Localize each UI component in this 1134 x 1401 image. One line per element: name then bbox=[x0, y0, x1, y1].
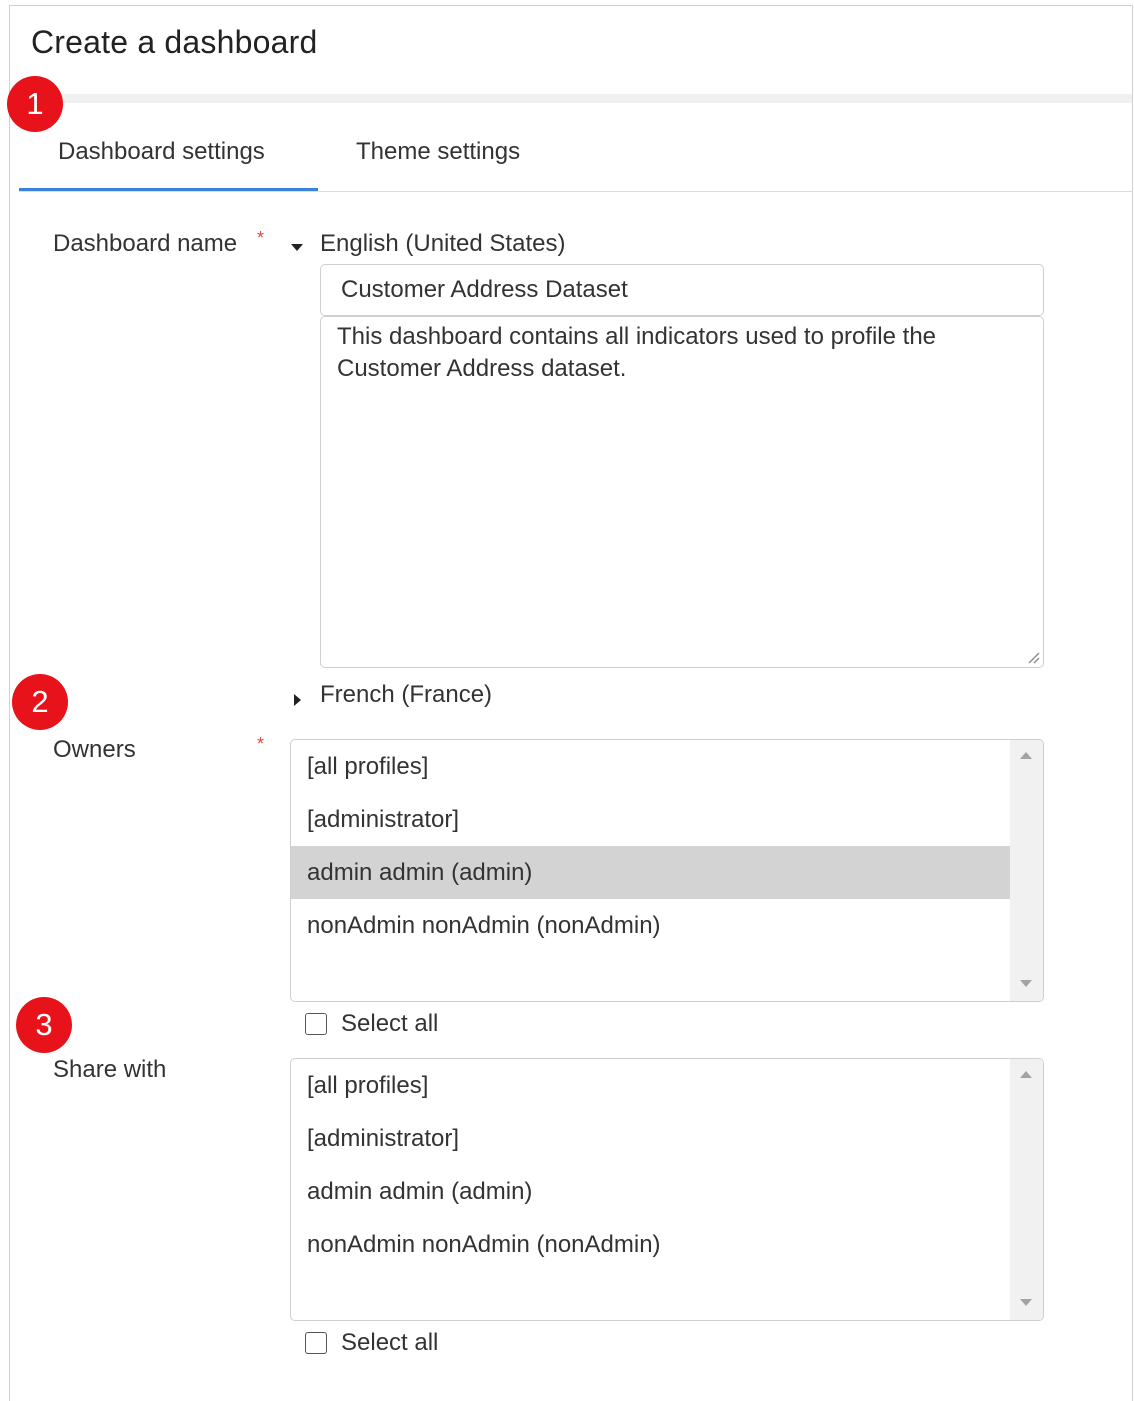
list-item[interactable]: [administrator] bbox=[291, 1112, 1010, 1165]
tab-dashboard-settings[interactable]: Dashboard settings bbox=[58, 138, 265, 166]
select-all-label: Select all bbox=[341, 1010, 439, 1037]
scroll-up-icon[interactable] bbox=[1020, 752, 1032, 759]
owners-label: Owners bbox=[53, 736, 136, 763]
title-divider bbox=[10, 94, 1132, 103]
callout-badge-3: 3 bbox=[16, 997, 72, 1053]
list-item[interactable]: nonAdmin nonAdmin (nonAdmin) bbox=[291, 1218, 1010, 1271]
scroll-up-icon[interactable] bbox=[1020, 1071, 1032, 1078]
tabs-divider bbox=[19, 191, 1133, 192]
callout-badge-1: 1 bbox=[7, 76, 63, 132]
scroll-down-icon[interactable] bbox=[1020, 980, 1032, 987]
description-text: This dashboard contains all indicators u… bbox=[337, 323, 937, 382]
dashboard-name-label: Dashboard name bbox=[53, 230, 238, 257]
owners-listbox[interactable]: [all profiles] [administrator] admin adm… bbox=[290, 739, 1044, 1002]
dashboard-name-input[interactable] bbox=[320, 264, 1044, 316]
language-toggle-french[interactable]: French (France) bbox=[320, 681, 492, 709]
select-all-checkbox[interactable] bbox=[305, 1013, 327, 1035]
list-item[interactable]: admin admin (admin) bbox=[291, 846, 1010, 899]
scrollbar[interactable] bbox=[1010, 1059, 1043, 1320]
select-all-label: Select all bbox=[341, 1329, 439, 1356]
caret-down-icon[interactable] bbox=[291, 244, 303, 251]
dashboard-description-textarea[interactable]: This dashboard contains all indicators u… bbox=[320, 316, 1044, 668]
language-toggle-english[interactable]: English (United States) bbox=[320, 230, 565, 258]
scrollbar[interactable] bbox=[1010, 740, 1043, 1001]
list-item[interactable]: admin admin (admin) bbox=[291, 1165, 1010, 1218]
list-item[interactable]: nonAdmin nonAdmin (nonAdmin) bbox=[291, 899, 1010, 952]
list-item[interactable]: [all profiles] bbox=[291, 1059, 1010, 1112]
required-marker: * bbox=[257, 228, 265, 248]
callout-badge-2: 2 bbox=[12, 674, 68, 730]
select-all-checkbox[interactable] bbox=[305, 1332, 327, 1354]
resize-grip-icon[interactable] bbox=[1026, 650, 1040, 664]
share-with-label: Share with bbox=[53, 1056, 167, 1083]
dialog-title: Create a dashboard bbox=[31, 24, 318, 60]
tab-theme-settings[interactable]: Theme settings bbox=[356, 138, 520, 166]
caret-right-icon[interactable] bbox=[294, 694, 301, 706]
required-marker: * bbox=[257, 734, 265, 754]
scroll-down-icon[interactable] bbox=[1020, 1299, 1032, 1306]
list-item[interactable]: [administrator] bbox=[291, 793, 1010, 846]
share-with-listbox[interactable]: [all profiles] [administrator] admin adm… bbox=[290, 1058, 1044, 1321]
list-item[interactable]: [all profiles] bbox=[291, 740, 1010, 793]
